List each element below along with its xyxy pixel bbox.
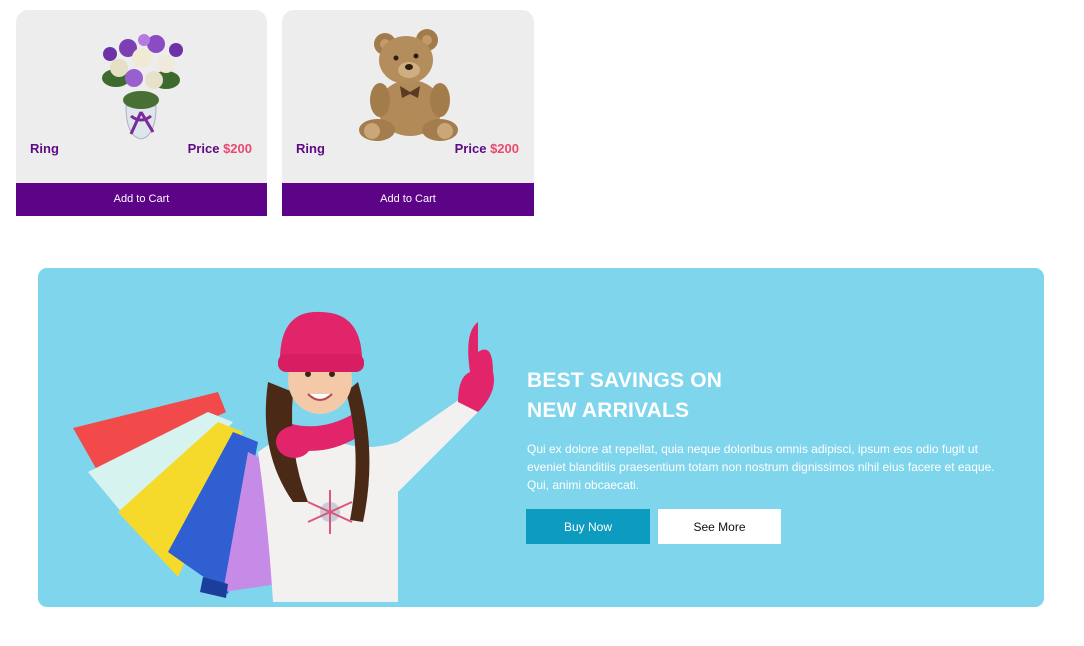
product-price: Price $200 (455, 141, 519, 156)
price-label: Price (187, 141, 220, 156)
see-more-button[interactable]: See More (658, 509, 781, 544)
promo-banner: BEST SAVINGS ON NEW ARRIVALS Qui ex dolo… (38, 268, 1044, 607)
price-amount: $200 (223, 141, 252, 156)
add-to-cart-button[interactable]: Add to Cart (282, 183, 534, 216)
add-to-cart-button[interactable]: Add to Cart (16, 183, 267, 216)
product-price: Price $200 (188, 141, 252, 156)
product-name: Ring (296, 141, 325, 156)
product-card[interactable]: Ring Price $200 Add to Cart (16, 10, 267, 216)
product-name: Ring (30, 141, 59, 156)
banner-title: BEST SAVINGS ON NEW ARRIVALS (527, 366, 827, 426)
buy-now-button[interactable]: Buy Now (526, 509, 650, 544)
price-amount: $200 (490, 141, 519, 156)
teddy-bear-image (359, 29, 458, 141)
price-label: Price (454, 141, 487, 156)
banner-title-line-1: BEST SAVINGS ON (527, 369, 723, 392)
girl-with-shopping-bags-image (73, 311, 494, 602)
product-card[interactable]: Ring Price $200 Add to Cart (282, 10, 534, 216)
banner-title-line-2: NEW ARRIVALS (527, 399, 690, 422)
banner-description: Qui ex dolore at repellat, quia neque do… (527, 442, 995, 492)
flower-bouquet-image (102, 34, 183, 140)
